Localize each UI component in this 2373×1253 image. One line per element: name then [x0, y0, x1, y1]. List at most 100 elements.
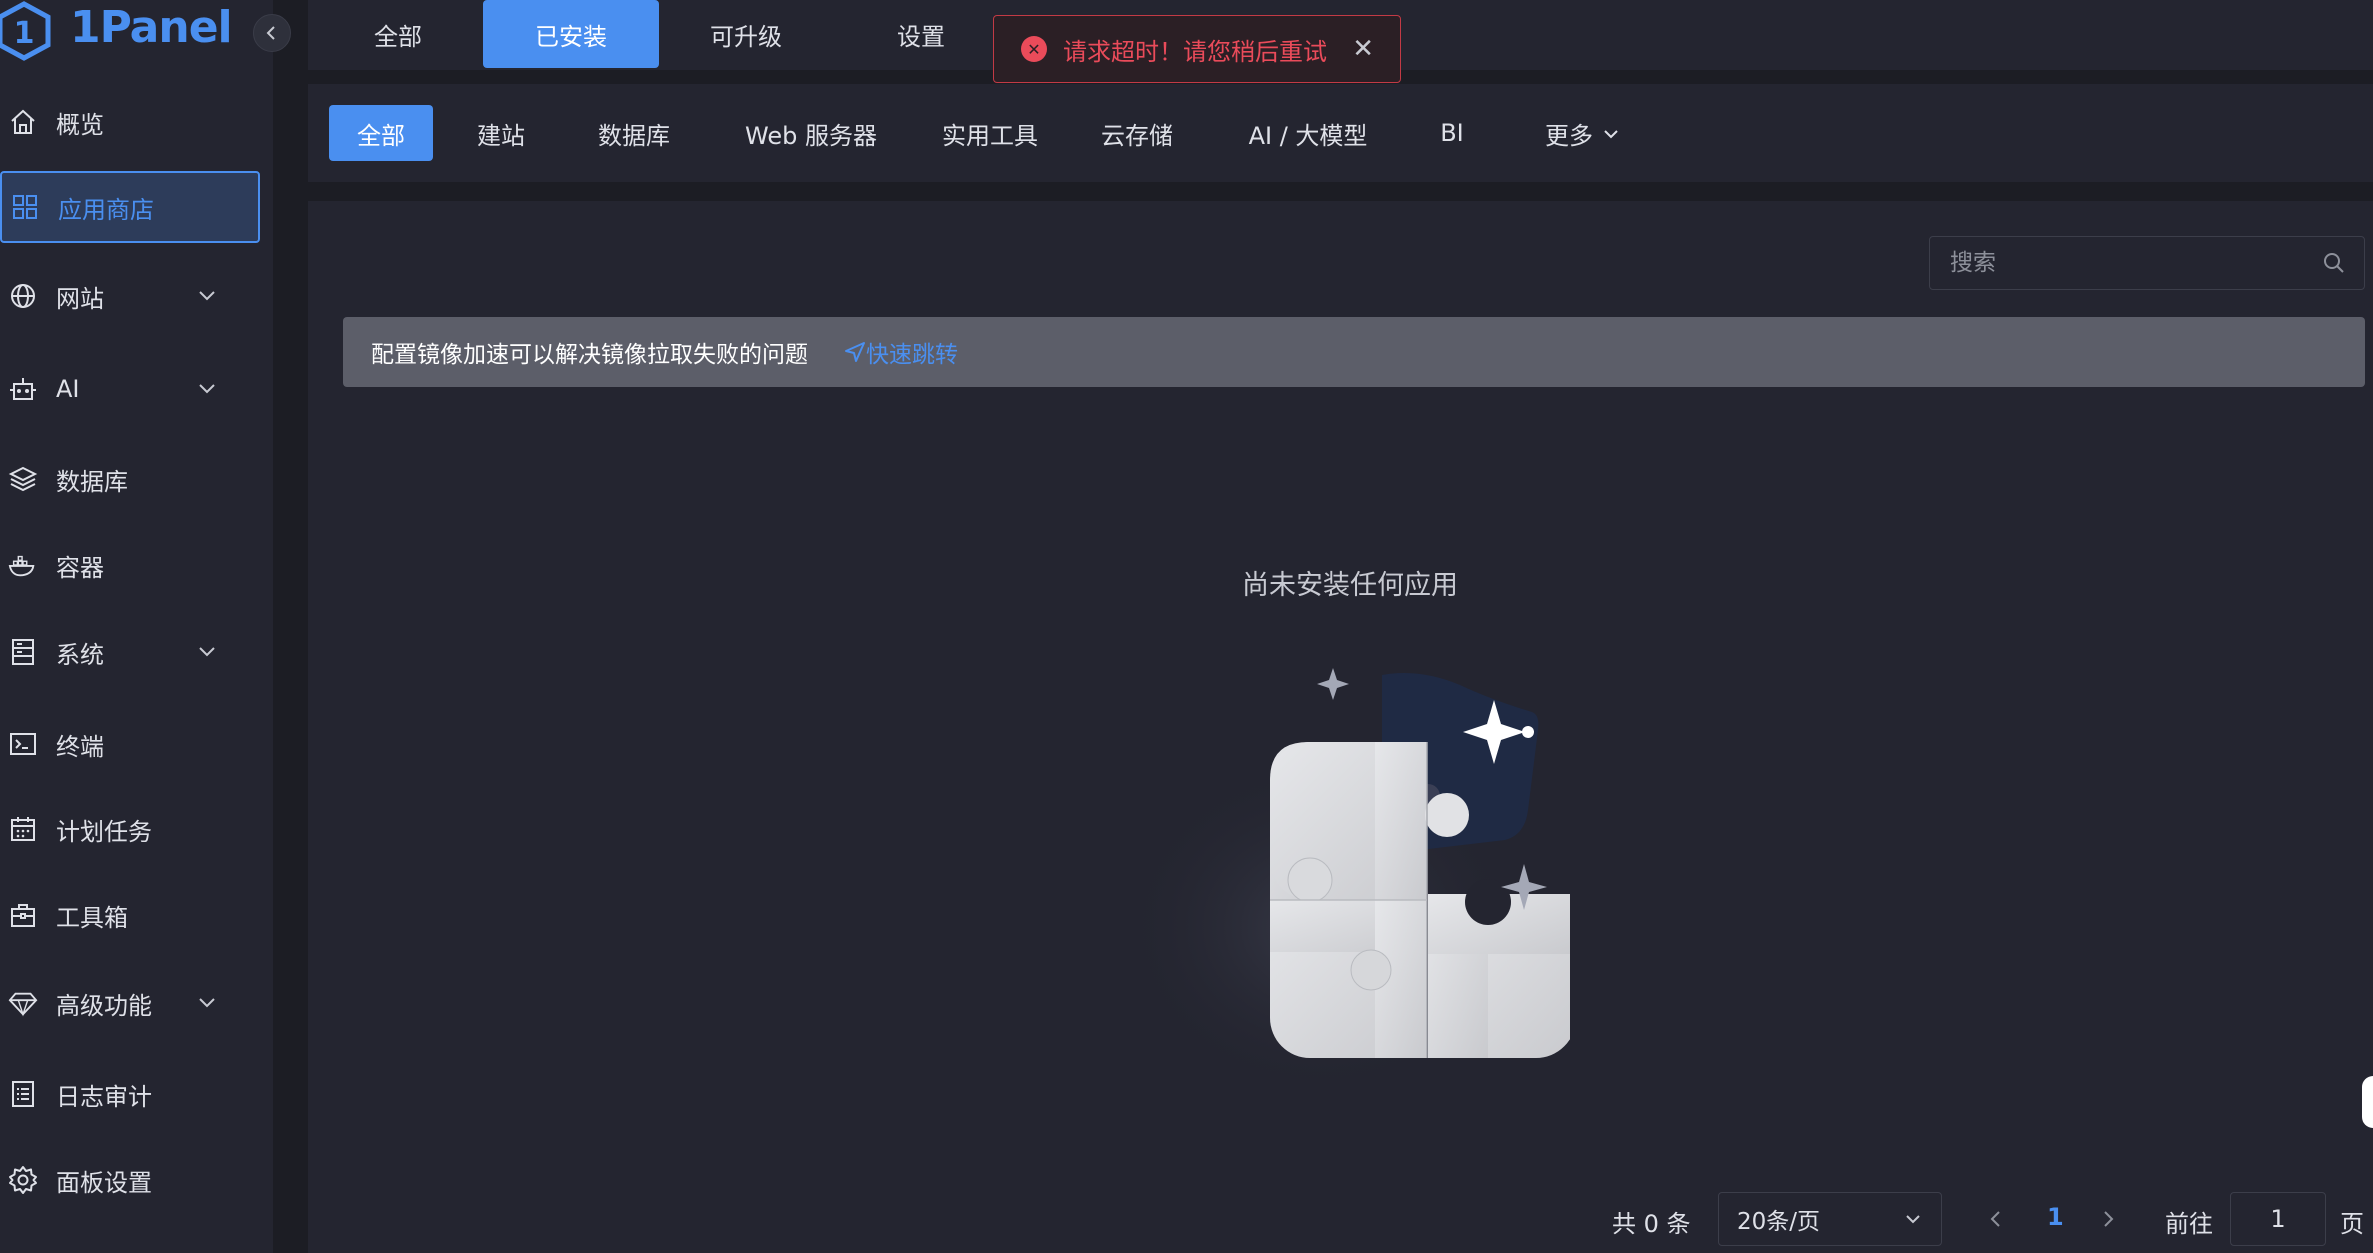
- category-website[interactable]: 建站: [451, 105, 551, 161]
- sidebar-item-toolbox[interactable]: 工具箱: [0, 881, 260, 949]
- sidebar-item-container[interactable]: 容器: [0, 531, 260, 599]
- category-label: 云存储: [1101, 121, 1173, 150]
- sidebar-item-label: 工具箱: [56, 903, 128, 932]
- server-icon: [8, 637, 38, 667]
- next-page-icon[interactable]: [2098, 1207, 2118, 1231]
- sidebar-item-label: 计划任务: [56, 817, 152, 846]
- tab-label: 可升级: [710, 22, 782, 51]
- sidebar-item-app-store[interactable]: 应用商店: [0, 171, 260, 243]
- quick-jump-label: 快速跳转: [866, 342, 958, 368]
- layers-icon: [8, 464, 38, 494]
- tab-label: 设置: [897, 22, 945, 51]
- sidebar-item-settings[interactable]: 面板设置: [0, 1146, 260, 1214]
- terminal-icon: [8, 729, 38, 759]
- logo-text: 1Panel: [70, 2, 233, 53]
- sidebar-item-label: AI: [56, 375, 80, 403]
- page-size-value: 20条/页: [1737, 1209, 1821, 1235]
- category-web-server[interactable]: Web 服务器: [718, 105, 904, 161]
- docker-icon: [8, 550, 38, 580]
- sidebar-item-label: 网站: [56, 284, 104, 313]
- search-field[interactable]: [1929, 236, 2365, 290]
- current-page-number[interactable]: 1: [2047, 1203, 2064, 1231]
- toast-close-icon[interactable]: ✕: [1352, 34, 1374, 64]
- sidebar-item-label: 概览: [56, 110, 104, 139]
- tab-all[interactable]: 全部: [310, 0, 486, 68]
- empty-puzzle-illustration: [1120, 668, 1570, 1080]
- robot-icon: [8, 374, 38, 404]
- sidebar-item-label: 终端: [56, 732, 104, 761]
- chevron-down-icon: [199, 647, 215, 657]
- category-more[interactable]: 更多: [1508, 105, 1658, 161]
- chevron-down-icon: [1906, 1215, 1920, 1224]
- category-all[interactable]: 全部: [329, 105, 433, 161]
- chevron-down-icon: [1604, 130, 1618, 139]
- category-label: Web 服务器: [745, 121, 877, 150]
- mirror-notice-banner: 配置镜像加速可以解决镜像拉取失败的问题 快速跳转: [343, 317, 2365, 387]
- error-circle-icon: ✕: [1021, 36, 1047, 62]
- page-size-select[interactable]: 20条/页: [1718, 1192, 1942, 1246]
- category-label: AI / 大模型: [1248, 121, 1368, 150]
- sidebar-item-terminal[interactable]: 终端: [0, 710, 260, 778]
- error-toast: ✕ 请求超时！请您稍后重试 ✕: [993, 15, 1401, 83]
- sidebar-item-advanced[interactable]: 高级功能: [0, 969, 260, 1037]
- sidebar-item-system[interactable]: 系统: [0, 618, 260, 686]
- home-icon: [8, 107, 38, 137]
- sidebar-item-label: 日志审计: [56, 1082, 152, 1111]
- globe-icon: [8, 281, 38, 311]
- category-label: 建站: [477, 121, 525, 150]
- goto-page-input[interactable]: 1: [2230, 1192, 2326, 1246]
- sidebar-item-website[interactable]: 网站: [0, 262, 260, 330]
- gear-icon: [8, 1165, 38, 1195]
- category-label: 数据库: [598, 121, 670, 150]
- tab-installed[interactable]: 已安装: [483, 0, 659, 68]
- category-label: 全部: [357, 121, 405, 150]
- category-cloud-storage[interactable]: 云存储: [1074, 105, 1200, 161]
- tab-label: 已安装: [535, 22, 607, 51]
- app-grid-icon: [10, 192, 40, 222]
- sidebar-item-label: 系统: [56, 640, 104, 669]
- sidebar-item-cron[interactable]: 计划任务: [0, 795, 260, 863]
- sidebar-item-label: 高级功能: [56, 991, 152, 1020]
- tab-upgradable[interactable]: 可升级: [658, 0, 834, 68]
- sidebar-collapse-button[interactable]: [253, 14, 291, 52]
- category-bar: 全部 建站 数据库 Web 服务器 实用工具 云存储 AI / 大模型 BI 更…: [308, 84, 2373, 182]
- toolbox-icon: [8, 900, 38, 930]
- category-bi[interactable]: BI: [1414, 105, 1490, 161]
- tab-label: 全部: [374, 22, 422, 51]
- quick-jump-link[interactable]: 快速跳转: [844, 335, 958, 369]
- search-input[interactable]: [1948, 249, 2322, 277]
- chevron-left-icon: [266, 26, 275, 40]
- sidebar-item-database[interactable]: 数据库: [0, 445, 260, 513]
- sidebar-item-label: 容器: [56, 553, 104, 582]
- sidebar-item-label: 数据库: [56, 467, 128, 496]
- total-count: 共 0 条: [1612, 1210, 1691, 1238]
- category-ai[interactable]: AI / 大模型: [1220, 105, 1396, 161]
- search-icon[interactable]: [2322, 251, 2346, 275]
- category-label: 实用工具: [942, 121, 1038, 150]
- sidebar-item-label: 应用商店: [58, 195, 154, 224]
- goto-page-value: 1: [2270, 1205, 2286, 1233]
- sidebar-item-overview[interactable]: 概览: [0, 88, 260, 156]
- tab-settings[interactable]: 设置: [833, 0, 1009, 68]
- toast-message: 请求超时！请您稍后重试: [1063, 37, 1327, 66]
- goto-label: 前往: [2165, 1210, 2213, 1238]
- category-database[interactable]: 数据库: [571, 105, 697, 161]
- sidebar-item-logs[interactable]: 日志审计: [0, 1060, 260, 1128]
- category-label: 更多: [1545, 121, 1593, 150]
- page-suffix: 页: [2340, 1210, 2364, 1238]
- category-tools[interactable]: 实用工具: [925, 105, 1055, 161]
- sidebar: 1 1Panel 概览 应用商店 网站 AI 数据库 容器 系统 终端 计划任务…: [0, 0, 273, 1253]
- prev-page-icon[interactable]: [1986, 1207, 2006, 1231]
- logo-icon: 1: [0, 1, 51, 61]
- chevron-down-icon: [199, 291, 215, 301]
- calendar-icon: [8, 814, 38, 844]
- category-label: BI: [1440, 119, 1464, 147]
- svg-text:1: 1: [14, 16, 35, 51]
- floating-assist-button[interactable]: [2362, 1076, 2373, 1128]
- chevron-down-icon: [199, 998, 215, 1008]
- log-list-icon: [8, 1079, 38, 1109]
- sidebar-item-ai[interactable]: AI: [0, 355, 260, 423]
- sidebar-item-label: 面板设置: [56, 1168, 152, 1197]
- send-icon: [845, 342, 865, 362]
- chevron-down-icon: [199, 384, 215, 394]
